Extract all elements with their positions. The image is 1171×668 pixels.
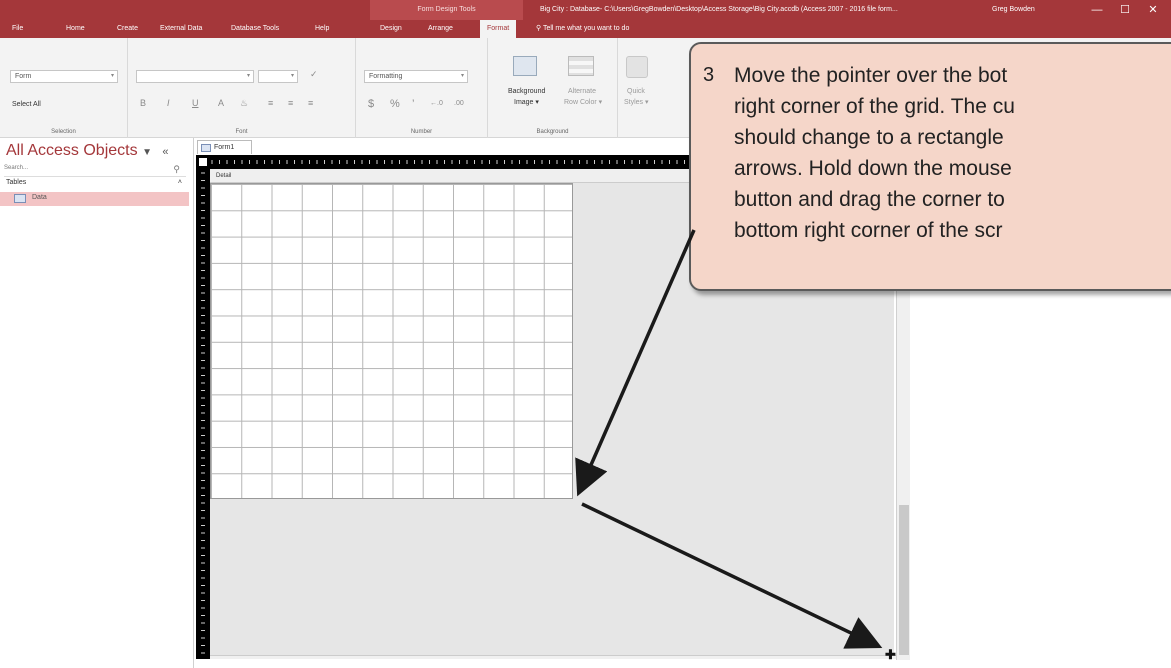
nav-search-input[interactable]: Search... ⚲ <box>4 164 186 177</box>
comma-button[interactable]: ’ <box>412 98 414 110</box>
background-image-icon[interactable] <box>513 56 537 76</box>
user-name[interactable]: Greg Bowden <box>992 0 1035 20</box>
callout-line: should change to a rectangle <box>734 126 1004 149</box>
tab-external-data[interactable]: External Data <box>160 20 202 38</box>
decrease-decimal-button[interactable]: .00 <box>454 100 464 107</box>
font-name-combo[interactable]: ▾ <box>136 70 254 83</box>
tab-database-tools[interactable]: Database Tools <box>231 20 279 38</box>
collapse-pane-icon[interactable]: « <box>162 146 168 158</box>
tab-file[interactable]: File <box>12 20 23 38</box>
search-icon[interactable]: ⚲ <box>173 164 180 175</box>
control-formatting-group: Quick Styles ▾ <box>618 38 678 138</box>
increase-decimal-button[interactable]: ←.0 <box>430 100 443 107</box>
chevron-up-icon[interactable]: ˄ <box>178 179 182 186</box>
callout-line: button and drag the corner to <box>734 188 1005 211</box>
nav-search-placeholder: Search... <box>4 165 29 171</box>
detail-section-label: Detail <box>216 173 232 179</box>
background-group: Background Image ▾ Alternate Row Color ▾… <box>488 38 618 138</box>
callout-line: right corner of the grid. The cu <box>734 95 1015 118</box>
close-button[interactable]: ✕ <box>1140 0 1166 20</box>
fill-color-icon[interactable]: ♨ <box>240 98 248 109</box>
chevron-down-icon: ▾ <box>110 73 114 79</box>
underline-button[interactable]: U <box>192 98 199 108</box>
vertical-ruler <box>196 169 210 659</box>
form-design-grid[interactable] <box>210 183 573 499</box>
step-number: 3 <box>703 64 715 86</box>
callout-line: arrows. Hold down the mouse <box>734 157 1012 180</box>
number-format-value: Formatting <box>369 73 403 80</box>
background-image-label-2[interactable]: Image ▾ <box>514 98 539 106</box>
percent-button[interactable]: % <box>390 98 400 110</box>
background-image-label[interactable]: Background <box>508 88 545 95</box>
nav-title-label: All Access Objects <box>6 142 138 159</box>
bold-button[interactable]: B <box>140 98 146 108</box>
italic-button[interactable]: I <box>167 98 170 108</box>
number-group-label: Number <box>410 129 433 135</box>
resize-cursor-icon: ✚ <box>885 647 896 662</box>
form-selector-box <box>199 158 207 166</box>
context-group-label: Form Design Tools <box>417 6 476 13</box>
search-icon: ⚲ <box>536 25 542 32</box>
background-group-label: Background <box>536 129 569 135</box>
tell-me-label: Tell me what you want to do <box>542 25 630 32</box>
align-right-icon[interactable]: ≡ <box>308 98 313 108</box>
alternate-row-color-icon[interactable] <box>568 56 594 76</box>
callout-line: bottom right corner of the scr <box>734 219 1003 242</box>
tab-form1-label: Form1 <box>214 144 235 151</box>
format-painter-icon[interactable]: ✓ <box>310 69 318 80</box>
nav-section-label: Tables <box>6 179 27 186</box>
object-combo[interactable]: Form ▾ <box>10 70 118 83</box>
quick-styles-label[interactable]: Quick <box>627 88 645 95</box>
font-size-combo[interactable]: ▾ <box>258 70 298 83</box>
restore-button[interactable]: ☐ <box>1112 0 1138 20</box>
minimize-button[interactable]: — <box>1084 0 1110 20</box>
select-all-button[interactable]: Select All <box>12 101 41 108</box>
alternate-row-label[interactable]: Alternate <box>568 88 596 95</box>
tab-create[interactable]: Create <box>117 20 138 38</box>
table-icon <box>14 194 26 203</box>
form-icon <box>201 144 211 152</box>
object-combo-value: Form <box>15 73 32 80</box>
selection-group: Form ▾ Select All Selection <box>0 38 128 138</box>
ruler-ticks <box>201 172 205 654</box>
quick-styles-label-2[interactable]: Styles ▾ <box>624 98 649 106</box>
font-group-label: Font <box>235 129 248 135</box>
callout-text: Move the pointer over the bot right corn… <box>734 60 1171 246</box>
nav-title[interactable]: All Access Objects ▼ « <box>6 142 169 160</box>
font-group: ▾ ▾ ✓ B I U A ♨ ≡ ≡ ≡ Font <box>128 38 356 138</box>
tab-format[interactable]: Format <box>480 20 517 38</box>
navigation-pane: All Access Objects ▼ « Search... ⚲ Table… <box>0 138 194 668</box>
nav-item-data[interactable]: Data <box>0 192 189 206</box>
horizontal-scrollbar[interactable] <box>210 655 896 659</box>
tab-design[interactable]: Design <box>380 20 402 38</box>
form-selector[interactable] <box>196 155 210 169</box>
align-center-icon[interactable]: ≡ <box>288 98 293 108</box>
quick-styles-icon[interactable] <box>626 56 648 78</box>
chevron-down-icon: ▾ <box>246 73 250 79</box>
scrollbar-thumb[interactable] <box>899 505 909 655</box>
chevron-down-circle-icon[interactable]: ▼ <box>142 147 152 158</box>
tab-form1[interactable]: Form1 <box>197 140 252 154</box>
alternate-row-label-2[interactable]: Row Color ▾ <box>564 98 602 106</box>
number-group: Formatting ▾ $ % ’ ←.0 .00 Number <box>356 38 488 138</box>
nav-section-header[interactable]: Tables ˄ <box>6 179 184 186</box>
number-format-combo[interactable]: Formatting ▾ <box>364 70 468 83</box>
tab-home[interactable]: Home <box>66 20 85 38</box>
document-title: Big City : Database- C:\Users\GregBowden… <box>540 6 898 13</box>
align-left-icon[interactable]: ≡ <box>268 98 273 108</box>
tell-me-box[interactable]: ⚲ Tell me what you want to do <box>536 20 629 38</box>
currency-button[interactable]: $ <box>368 98 374 110</box>
chevron-down-icon: ▾ <box>460 73 464 79</box>
chevron-down-icon: ▾ <box>290 73 294 79</box>
nav-item-label: Data <box>32 194 47 201</box>
font-color-button[interactable]: A <box>218 98 224 108</box>
selection-group-label: Selection <box>51 129 76 135</box>
tab-help[interactable]: Help <box>315 20 329 38</box>
callout-line: Move the pointer over the bot <box>734 64 1008 87</box>
tab-arrange[interactable]: Arrange <box>428 20 453 38</box>
